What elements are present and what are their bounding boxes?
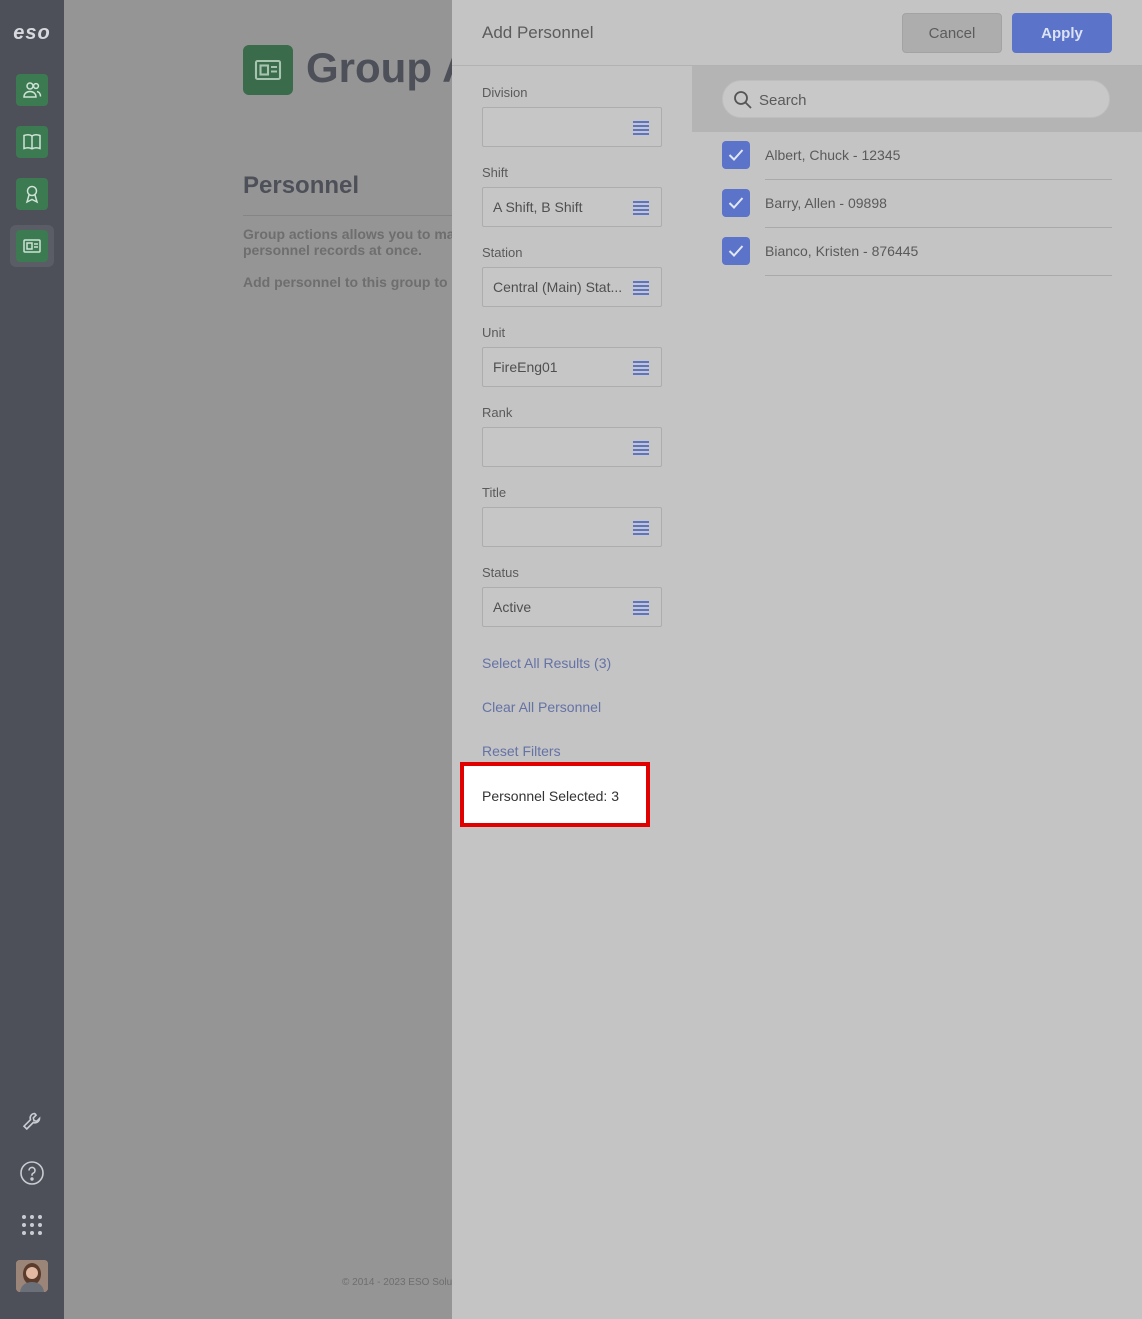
- page-title: Group A: [306, 44, 473, 91]
- credentials-nav-button[interactable]: [16, 178, 48, 210]
- cancel-button[interactable]: Cancel: [902, 13, 1002, 53]
- unit-select[interactable]: FireEng01: [482, 347, 662, 387]
- description-line: Add personnel to this group to: [243, 274, 448, 290]
- add-personnel-drawer: Add Personnel Cancel Apply Division Shif…: [452, 0, 1142, 1319]
- shift-value: A Shift, B Shift: [493, 199, 583, 215]
- division-label: Division: [482, 85, 528, 100]
- clear-all-personnel-link[interactable]: Clear All Personnel: [482, 699, 601, 715]
- list-icon: [633, 361, 649, 375]
- list-icon: [633, 521, 649, 535]
- user-avatar[interactable]: [16, 1260, 48, 1292]
- checkmark-icon: [728, 245, 744, 257]
- copyright-footer: © 2014 - 2023 ESO Solu: [342, 1277, 453, 1288]
- list-icon: [633, 281, 649, 295]
- award-icon: [25, 185, 39, 204]
- status-select[interactable]: Active: [482, 587, 662, 627]
- shift-label: Shift: [482, 165, 509, 180]
- status-label: Status: [482, 565, 519, 580]
- checkmark-icon: [728, 149, 744, 161]
- section-title: Personnel: [243, 172, 360, 199]
- book-icon: [23, 134, 41, 150]
- row-checkbox[interactable]: [722, 141, 750, 169]
- description-line: personnel records at once.: [243, 242, 422, 258]
- settings-button[interactable]: [16, 1105, 48, 1137]
- personnel-selected-count: Personnel Selected: 3: [482, 788, 619, 804]
- personnel-name: Bianco, Kristen - 876445: [765, 243, 919, 259]
- search-input[interactable]: Search: [722, 80, 1110, 118]
- results-header: Search: [692, 66, 1142, 132]
- section-divider: [243, 215, 463, 216]
- rank-select[interactable]: [482, 427, 662, 467]
- personnel-selected-callout: Personnel Selected: 3: [460, 762, 650, 827]
- nav-rail: eso: [0, 0, 64, 1319]
- avatar-image: [16, 1260, 48, 1292]
- unit-value: FireEng01: [493, 359, 558, 375]
- rank-label: Rank: [482, 405, 513, 420]
- people-icon: [23, 82, 42, 98]
- search-placeholder: Search: [759, 92, 807, 109]
- apps-grid-icon: [22, 1215, 42, 1235]
- personnel-row[interactable]: Barry, Allen - 09898: [692, 180, 1142, 228]
- list-icon: [633, 121, 649, 135]
- people-nav-button[interactable]: [16, 74, 48, 106]
- list-icon: [633, 201, 649, 215]
- row-divider: [765, 275, 1112, 276]
- eso-logo: eso: [13, 22, 51, 44]
- row-checkbox[interactable]: [722, 189, 750, 217]
- help-icon: [20, 1161, 44, 1185]
- unit-label: Unit: [482, 325, 506, 340]
- group-actions-icon: [254, 59, 282, 81]
- description-line: Group actions allows you to ma: [243, 226, 455, 242]
- training-nav-button[interactable]: [16, 126, 48, 158]
- apply-button[interactable]: Apply: [1012, 13, 1112, 53]
- personnel-row[interactable]: Albert, Chuck - 12345: [692, 132, 1142, 180]
- title-label: Title: [482, 485, 507, 500]
- station-select[interactable]: Central (Main) Stat...: [482, 267, 662, 307]
- station-label: Station: [482, 245, 523, 260]
- help-button[interactable]: [16, 1157, 48, 1189]
- personnel-name: Barry, Allen - 09898: [765, 195, 887, 211]
- apps-button[interactable]: [16, 1209, 48, 1241]
- title-select[interactable]: [482, 507, 662, 547]
- personnel-name: Albert, Chuck - 12345: [765, 147, 901, 163]
- drawer-header: Add Personnel Cancel Apply: [452, 0, 1142, 66]
- list-icon: [633, 441, 649, 455]
- shift-select[interactable]: A Shift, B Shift: [482, 187, 662, 227]
- checkmark-icon: [728, 197, 744, 209]
- select-all-results-link[interactable]: Select All Results (3): [482, 655, 611, 671]
- group-actions-nav-button[interactable]: [16, 230, 48, 262]
- group-actions-icon: [23, 239, 41, 253]
- list-icon: [633, 601, 649, 615]
- row-checkbox[interactable]: [722, 237, 750, 265]
- search-icon: [734, 91, 752, 109]
- reset-filters-link[interactable]: Reset Filters: [482, 743, 561, 759]
- page-header-icon: [243, 45, 293, 95]
- division-select[interactable]: [482, 107, 662, 147]
- wrench-icon: [22, 1112, 41, 1131]
- station-value: Central (Main) Stat...: [493, 279, 623, 295]
- status-value: Active: [493, 599, 532, 615]
- drawer-title: Add Personnel: [482, 23, 594, 42]
- personnel-row[interactable]: Bianco, Kristen - 876445: [692, 228, 1142, 276]
